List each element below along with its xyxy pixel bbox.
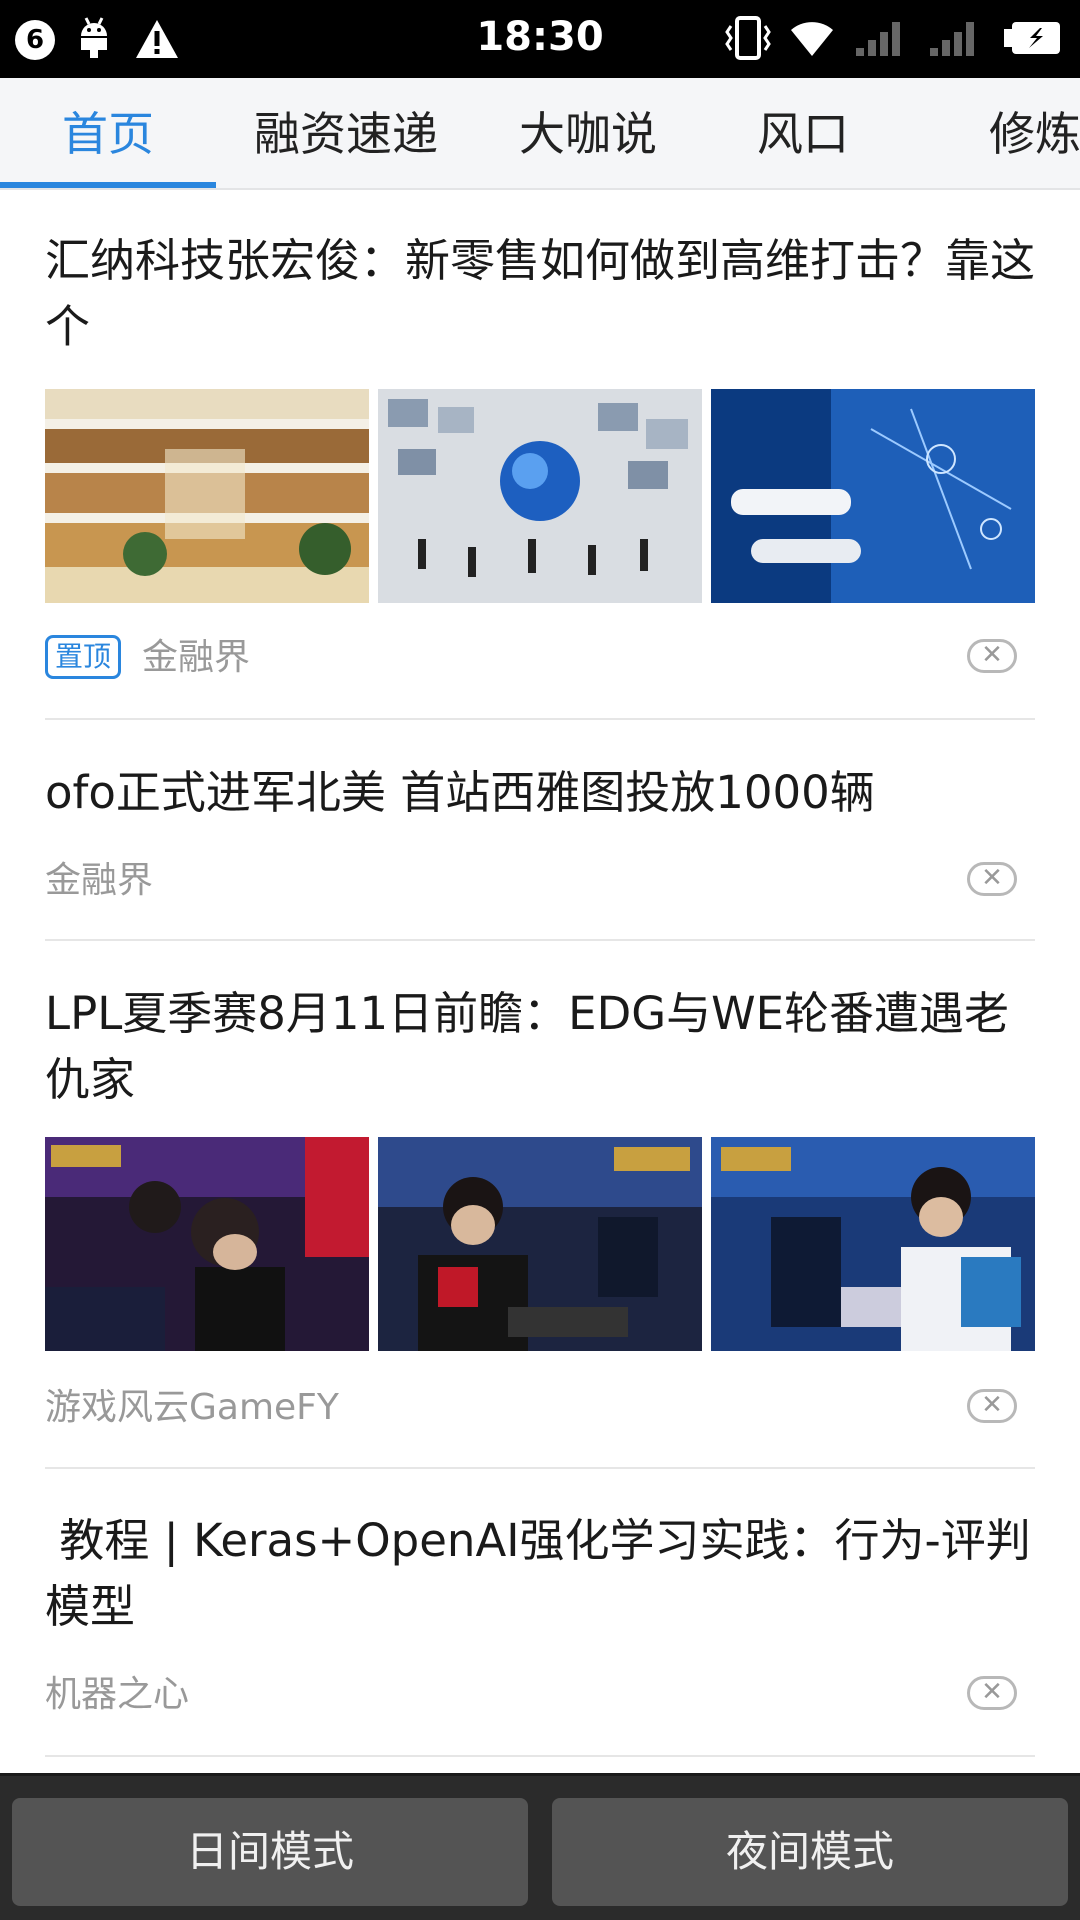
wifi-icon bbox=[791, 22, 833, 56]
tab-trending[interactable]: 风口 bbox=[730, 78, 876, 190]
category-tab-bar: 首页 融资速递 大咖说 风口 修炼 bbox=[0, 78, 1080, 190]
signal-icon bbox=[856, 22, 900, 56]
news-item[interactable]: ofo正式进军北美 首站西雅图投放1000辆 金融界 ✕ bbox=[45, 760, 1035, 910]
tab-home[interactable]: 首页 bbox=[0, 78, 216, 190]
news-item[interactable]: LPL夏季赛8月11日前瞻：EDG与WE轮番遭遇老仇家 游戏风云GameFY ✕ bbox=[45, 981, 1035, 1431]
news-app-screen: 6 18:30 首页 融资速递 大咖说 风口 修炼 汇纳科技张宏俊：新零售如何做… bbox=[0, 0, 1080, 1920]
pinned-badge: 置顶 bbox=[45, 635, 122, 679]
news-source: 游戏风云GameFY bbox=[45, 1387, 339, 1428]
divider bbox=[45, 718, 1035, 720]
news-item[interactable]: 教程 | Keras+OpenAI强化学习实践：行为-评判模型 机器之心 ✕ bbox=[45, 1508, 1035, 1728]
dismiss-icon[interactable]: ✕ bbox=[967, 639, 1017, 673]
tab-financing-express[interactable]: 融资速递 bbox=[236, 78, 456, 190]
clock: 18:30 bbox=[476, 14, 604, 60]
news-image-esports-players[interactable] bbox=[45, 1137, 369, 1351]
night-mode-button[interactable]: 夜间模式 bbox=[552, 1798, 1068, 1906]
dismiss-icon[interactable]: ✕ bbox=[967, 1676, 1017, 1710]
tab-expert-talk[interactable]: 大咖说 bbox=[496, 78, 680, 190]
news-title[interactable]: 汇纳科技张宏俊：新零售如何做到高维打击？靠这个 bbox=[45, 228, 1035, 360]
battery-charging-icon bbox=[1004, 22, 1060, 54]
display-mode-bar: 日间模式 夜间模式 bbox=[0, 1773, 1080, 1920]
news-meta: 游戏风云GameFY ✕ bbox=[45, 1385, 1035, 1431]
news-source: 金融界 bbox=[45, 860, 154, 901]
news-item[interactable]: 汇纳科技张宏俊：新零售如何做到高维打击？靠这个 置顶 金融界 ✕ bbox=[45, 228, 1035, 698]
vibrate-icon bbox=[725, 16, 771, 60]
day-mode-button[interactable]: 日间模式 bbox=[12, 1798, 528, 1906]
news-image-globe[interactable] bbox=[378, 389, 702, 603]
tab-practice[interactable]: 修炼 bbox=[960, 78, 1080, 190]
divider bbox=[45, 1467, 1035, 1469]
divider bbox=[45, 1755, 1035, 1757]
notification-badge-icon: 6 bbox=[15, 20, 55, 60]
news-source: 金融界 bbox=[142, 637, 251, 678]
signal-icon bbox=[930, 22, 974, 56]
news-meta: 机器之心 ✕ bbox=[45, 1672, 1035, 1718]
dismiss-icon[interactable]: ✕ bbox=[967, 862, 1017, 896]
news-image-row bbox=[45, 389, 1035, 603]
news-title[interactable]: ofo正式进军北美 首站西雅图投放1000辆 bbox=[45, 760, 1035, 826]
news-image-mall[interactable] bbox=[45, 389, 369, 603]
news-image-row bbox=[45, 1137, 1035, 1351]
dismiss-icon[interactable]: ✕ bbox=[967, 1389, 1017, 1423]
news-image-esports-team[interactable] bbox=[711, 1137, 1035, 1351]
active-tab-indicator bbox=[0, 182, 216, 188]
divider bbox=[45, 939, 1035, 941]
news-title[interactable]: 教程 | Keras+OpenAI强化学习实践：行为-评判模型 bbox=[45, 1508, 1035, 1640]
news-image-digital-network[interactable] bbox=[711, 389, 1035, 603]
android-debug-icon bbox=[81, 17, 107, 58]
news-meta: 置顶 金融界 ✕ bbox=[45, 635, 1035, 681]
news-source: 机器之心 bbox=[45, 1674, 190, 1715]
news-title[interactable]: LPL夏季赛8月11日前瞻：EDG与WE轮番遭遇老仇家 bbox=[45, 981, 1035, 1113]
status-bar: 6 18:30 bbox=[0, 0, 1080, 78]
warning-icon bbox=[136, 20, 178, 58]
news-meta: 金融界 ✕ bbox=[45, 858, 1035, 904]
news-image-esports-player[interactable] bbox=[378, 1137, 702, 1351]
